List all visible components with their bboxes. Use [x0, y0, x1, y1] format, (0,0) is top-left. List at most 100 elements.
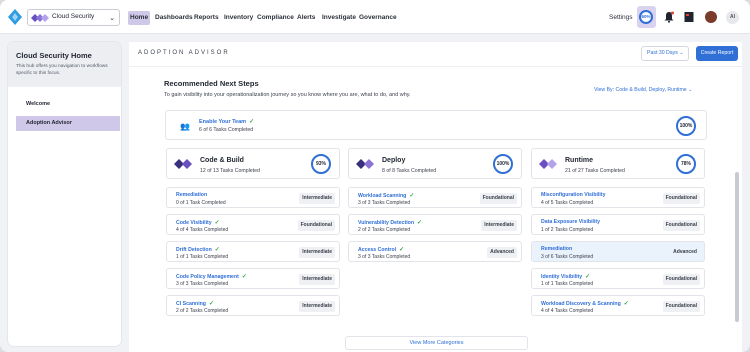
- nav-investigate[interactable]: Investigate: [322, 12, 356, 24]
- sidebar-item-welcome[interactable]: Welcome: [16, 97, 120, 112]
- section-subtitle: To gain visibility into your operational…: [164, 92, 411, 98]
- task-level-badge: Intermediate: [481, 220, 517, 231]
- nav-reports[interactable]: Reports: [194, 12, 219, 24]
- check-icon: ✓: [409, 193, 415, 199]
- task-title: Access Control ✓: [358, 247, 405, 253]
- nav-dashboards[interactable]: Dashboards: [155, 12, 193, 24]
- check-icon: ✓: [208, 301, 215, 307]
- chevron-down-icon: ⌄: [688, 87, 693, 93]
- task-level-badge: Foundational: [662, 274, 700, 285]
- check-icon: ✓: [214, 247, 220, 253]
- task-level-badge: Foundational: [662, 301, 700, 312]
- task-card[interactable]: Remediation 0 of 1 Task Completed Intermed…: [166, 187, 340, 208]
- task-level-badge: Foundational: [297, 220, 335, 231]
- users-icon: 👥: [180, 122, 190, 131]
- task-title: Drift Detection ✓: [176, 247, 220, 253]
- scrollbar[interactable]: [735, 172, 739, 322]
- task-card[interactable]: Vulnerability Detection ✓ 2 of 2 Tasks Com…: [348, 214, 522, 235]
- nav-governance[interactable]: Governance: [359, 12, 397, 24]
- task-card[interactable]: Misconfiguration Visibility 4 of 5 Tasks …: [531, 187, 705, 208]
- team-title: Enable Your Team ✓: [199, 119, 255, 125]
- nav-compliance[interactable]: Compliance: [257, 12, 294, 24]
- task-title: Remediation: [541, 246, 573, 252]
- category-card[interactable]: Runtime 21 of 27 Tasks Completed 78%: [531, 148, 705, 179]
- task-progress-text: 1 of 2 Tasks Completed: [541, 227, 594, 233]
- category-progress-ring: 93%: [311, 154, 331, 174]
- sidebar-item-adoption-advisor[interactable]: Adoption Advisor: [16, 116, 120, 131]
- book-icon[interactable]: [683, 11, 695, 23]
- view-more-button[interactable]: View More Categories: [345, 336, 528, 350]
- task-title: Data Exposure Visibility: [541, 219, 601, 225]
- task-progress-text: 4 of 4 Tasks Completed: [176, 227, 229, 233]
- task-card[interactable]: Drift Detection ✓ 1 of 1 Tasks Completed In…: [166, 241, 340, 262]
- task-level-badge: Foundational: [662, 220, 700, 231]
- check-icon: ✓: [214, 220, 220, 226]
- app-window: Cloud Security ⌄ Home Dashboards Reports…: [0, 0, 750, 352]
- logo-icon[interactable]: [8, 9, 22, 25]
- task-level-badge: Intermediate: [299, 301, 335, 312]
- task-level-badge: Foundational: [479, 193, 517, 204]
- category-title: Runtime: [565, 157, 593, 164]
- section-title: Recommended Next Steps: [164, 79, 259, 88]
- task-card[interactable]: Remediation 3 of 6 Tasks Completed Advance…: [531, 241, 705, 262]
- category-icon: [356, 159, 374, 169]
- category-progress-text: 12 of 13 Tasks Completed: [200, 168, 260, 174]
- category-card[interactable]: Code & Build 12 of 13 Tasks Completed 93%: [166, 148, 340, 179]
- task-card[interactable]: Workload Discovery & Scanning ✓ 4 of 4 Tas…: [531, 295, 705, 316]
- avatar[interactable]: [705, 11, 717, 23]
- category-progress-text: 8 of 8 Tasks Completed: [382, 168, 437, 174]
- chevron-down-icon: ⌄: [679, 50, 684, 56]
- task-level-badge: Intermediate: [299, 274, 335, 285]
- task-progress-text: 3 of 3 Tasks Completed: [358, 254, 411, 260]
- category-progress-text: 21 of 27 Tasks Completed: [565, 168, 625, 174]
- top-bar: Cloud Security ⌄ Home Dashboards Reports…: [0, 0, 750, 34]
- task-progress-text: 3 of 3 Tasks Completed: [358, 200, 411, 206]
- task-level-badge: Advanced: [673, 249, 697, 255]
- task-card[interactable]: CI Scanning ✓ 2 of 2 Tasks Completed Interm…: [166, 295, 340, 316]
- task-level-badge: Advanced: [487, 247, 517, 258]
- task-progress-text: 4 of 5 Tasks Completed: [541, 200, 594, 206]
- task-title: Code Policy Management ✓: [176, 274, 247, 280]
- divider: [129, 66, 742, 67]
- task-title: Misconfiguration Visibility: [541, 192, 606, 198]
- view-by-label: View By: Code & Build, Deploy, Runtime: [594, 87, 687, 93]
- task-card[interactable]: Identity Visibility ✓ 1 of 1 Tasks Complet…: [531, 268, 705, 289]
- task-card[interactable]: Code Visibility ✓ 4 of 4 Tasks Completed Fo…: [166, 214, 340, 235]
- context-select[interactable]: Cloud Security ⌄: [27, 9, 120, 26]
- category-title: Deploy: [382, 157, 406, 164]
- task-progress-text: 4 of 4 Tasks Completed: [541, 308, 594, 314]
- category-icon: [174, 159, 192, 169]
- nav-alerts[interactable]: Alerts: [297, 12, 315, 24]
- settings-link[interactable]: Settings: [609, 14, 633, 21]
- task-level-badge: Foundational: [662, 193, 700, 204]
- date-range-label: Past 30 Days: [647, 50, 678, 56]
- create-report-button[interactable]: Create Report: [696, 46, 738, 61]
- category-icon: [539, 159, 557, 169]
- progress-button[interactable]: 60%: [637, 6, 656, 28]
- task-card[interactable]: Workload Scanning ✓ 3 of 3 Tasks Completed…: [348, 187, 522, 208]
- check-icon: ✓: [417, 220, 423, 226]
- category-progress-ring: 78%: [676, 154, 696, 174]
- team-card[interactable]: 👥 Enable Your Team ✓ 6 of 6 Tasks Complet…: [165, 110, 707, 140]
- nav-inventory[interactable]: Inventory: [224, 12, 253, 24]
- ai-assistant-button[interactable]: AI: [726, 11, 739, 24]
- nav-home[interactable]: Home: [128, 11, 151, 25]
- bell-icon[interactable]: [663, 11, 675, 23]
- sidebar: Cloud Security Home This hub offers you …: [8, 42, 121, 346]
- category-card[interactable]: Deploy 8 of 8 Tasks Completed 100%: [348, 148, 522, 179]
- task-card[interactable]: Code Policy Management ✓ 3 of 3 Tasks Comp…: [166, 268, 340, 289]
- team-progress-ring: 100%: [676, 116, 696, 136]
- task-card[interactable]: Access Control ✓ 3 of 3 Tasks Completed Adv…: [348, 241, 522, 262]
- task-card[interactable]: Data Exposure Visibility 1 of 2 Tasks Com…: [531, 214, 705, 235]
- view-by-select[interactable]: View By: Code & Build, Deploy, Runtime ⌄: [594, 87, 709, 97]
- sidebar-title: Cloud Security Home: [16, 51, 92, 60]
- check-icon: ✓: [623, 301, 629, 307]
- task-level-badge: Intermediate: [299, 247, 335, 258]
- task-progress-text: 2 of 2 Tasks Completed: [176, 308, 229, 314]
- task-title: Workload Scanning ✓: [358, 193, 415, 199]
- category-progress-ring: 100%: [493, 154, 513, 174]
- task-title: Identity Visibility ✓: [541, 274, 591, 280]
- task-title: CI Scanning ✓: [176, 301, 215, 307]
- task-title: Vulnerability Detection ✓: [358, 220, 423, 226]
- date-range-select[interactable]: Past 30 Days ⌄: [641, 46, 689, 61]
